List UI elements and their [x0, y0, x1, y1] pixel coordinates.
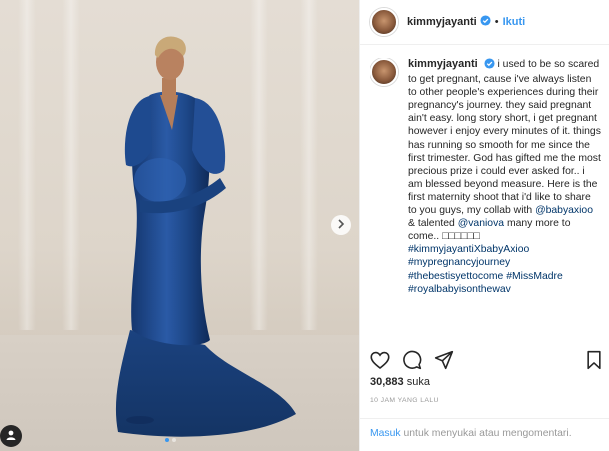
post-side-panel: kimmyjayanti • Ikuti kimmyjayanti i used… [359, 0, 609, 451]
author-username[interactable]: kimmyjayanti [407, 16, 477, 28]
action-bar [370, 347, 602, 373]
caption-body: i used to be so scared to get pregnant, … [408, 59, 601, 217]
carousel-dot [165, 438, 169, 442]
likes-number: 30,883 [370, 376, 404, 388]
post-timestamp[interactable]: 10 JAM YANG LALU [370, 397, 439, 404]
verified-badge-icon [480, 15, 491, 29]
post-photo[interactable] [0, 0, 359, 451]
verified-badge-icon [484, 58, 495, 73]
hashtag-link[interactable]: #MissMadre [506, 271, 563, 282]
hashtag-link[interactable]: #kimmyjayantiXbabyAxioo [408, 244, 529, 255]
post-header: kimmyjayanti • Ikuti [360, 0, 609, 45]
carousel-dot [172, 438, 176, 442]
post-caption: kimmyjayanti i used to be so scared to g… [370, 58, 602, 343]
chevron-right-icon [337, 218, 345, 232]
user-tag-button[interactable] [0, 425, 22, 447]
hashtag-link[interactable]: #mypregnancyjourney [408, 257, 510, 268]
login-prompt-text: untuk menyukai atau mengomentari. [403, 428, 572, 439]
model-in-blue-gown [115, 36, 296, 437]
carousel-indicator [165, 438, 176, 442]
caption-text: kimmyjayanti i used to be so scared to g… [408, 58, 602, 343]
mention-link[interactable]: @babyaxioo [535, 205, 593, 216]
likes-count[interactable]: 30,883 suka [370, 376, 430, 388]
follow-button[interactable]: Ikuti [503, 16, 526, 28]
hashtag-link[interactable]: #thebestisyettocome [408, 271, 503, 282]
hashtag-link[interactable]: #royalbabyisonthewav [408, 284, 511, 295]
login-prompt: Masuk untuk menyukai atau mengomentari. [360, 418, 609, 451]
avatar[interactable] [370, 58, 398, 86]
comment-icon[interactable] [402, 350, 422, 370]
share-icon[interactable] [434, 350, 454, 370]
avatar[interactable] [370, 8, 398, 36]
mention-link[interactable]: @vaniova [458, 218, 504, 229]
user-tag-icon [5, 429, 17, 444]
caption-and: & talented [408, 218, 455, 230]
next-photo-button[interactable] [331, 215, 351, 235]
separator: • [494, 16, 499, 28]
caption-author-username[interactable]: kimmyjayanti [408, 58, 478, 70]
heart-icon[interactable] [370, 351, 390, 370]
bookmark-icon[interactable] [586, 350, 602, 370]
likes-label: suka [406, 376, 430, 388]
login-link[interactable]: Masuk [370, 428, 401, 439]
